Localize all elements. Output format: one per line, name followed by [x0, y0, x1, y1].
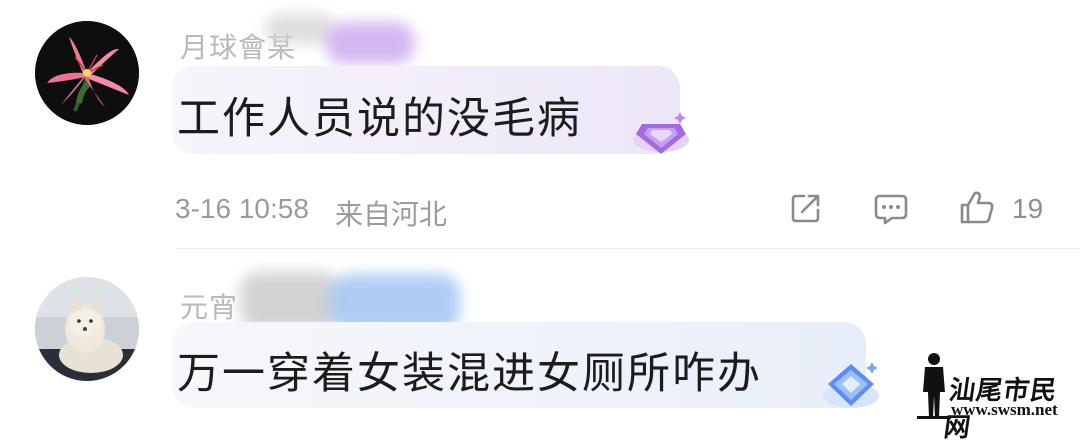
lily-flower-icon [35, 21, 139, 125]
like-button[interactable] [958, 189, 996, 231]
watermark: 汕尾市民网 www.swsm.net [915, 350, 1080, 443]
like-count: 19 [1012, 193, 1044, 224]
comment-icon [874, 194, 908, 225]
user-avatar-lily[interactable] [35, 21, 139, 125]
comment-text: 万一穿着女装混进女厕所咋办 [177, 349, 762, 399]
reply-button[interactable] [872, 190, 910, 232]
share-button[interactable] [788, 190, 824, 230]
comment-1: 月球會某 工作人员说的没毛病 3-16 10:58 来自河北 19 [0, 0, 1080, 245]
blue-gem-badge-icon [818, 358, 884, 418]
comment-location: 来自河北 [335, 199, 448, 230]
vip-tag-blur [325, 22, 415, 64]
watermark-url: www.swsm.net [951, 400, 1058, 419]
share-icon [791, 194, 820, 223]
comment-time: 3-16 10:58 [175, 193, 309, 224]
comment-text: 工作人员说的没毛病 [177, 94, 582, 144]
comment-divider [176, 248, 1080, 249]
username[interactable]: 元宵 [180, 286, 238, 326]
user-avatar-fox[interactable] [35, 277, 139, 381]
thumbs-up-icon [960, 191, 994, 224]
purple-gem-badge-icon [628, 104, 694, 164]
white-fox-icon [35, 277, 139, 381]
